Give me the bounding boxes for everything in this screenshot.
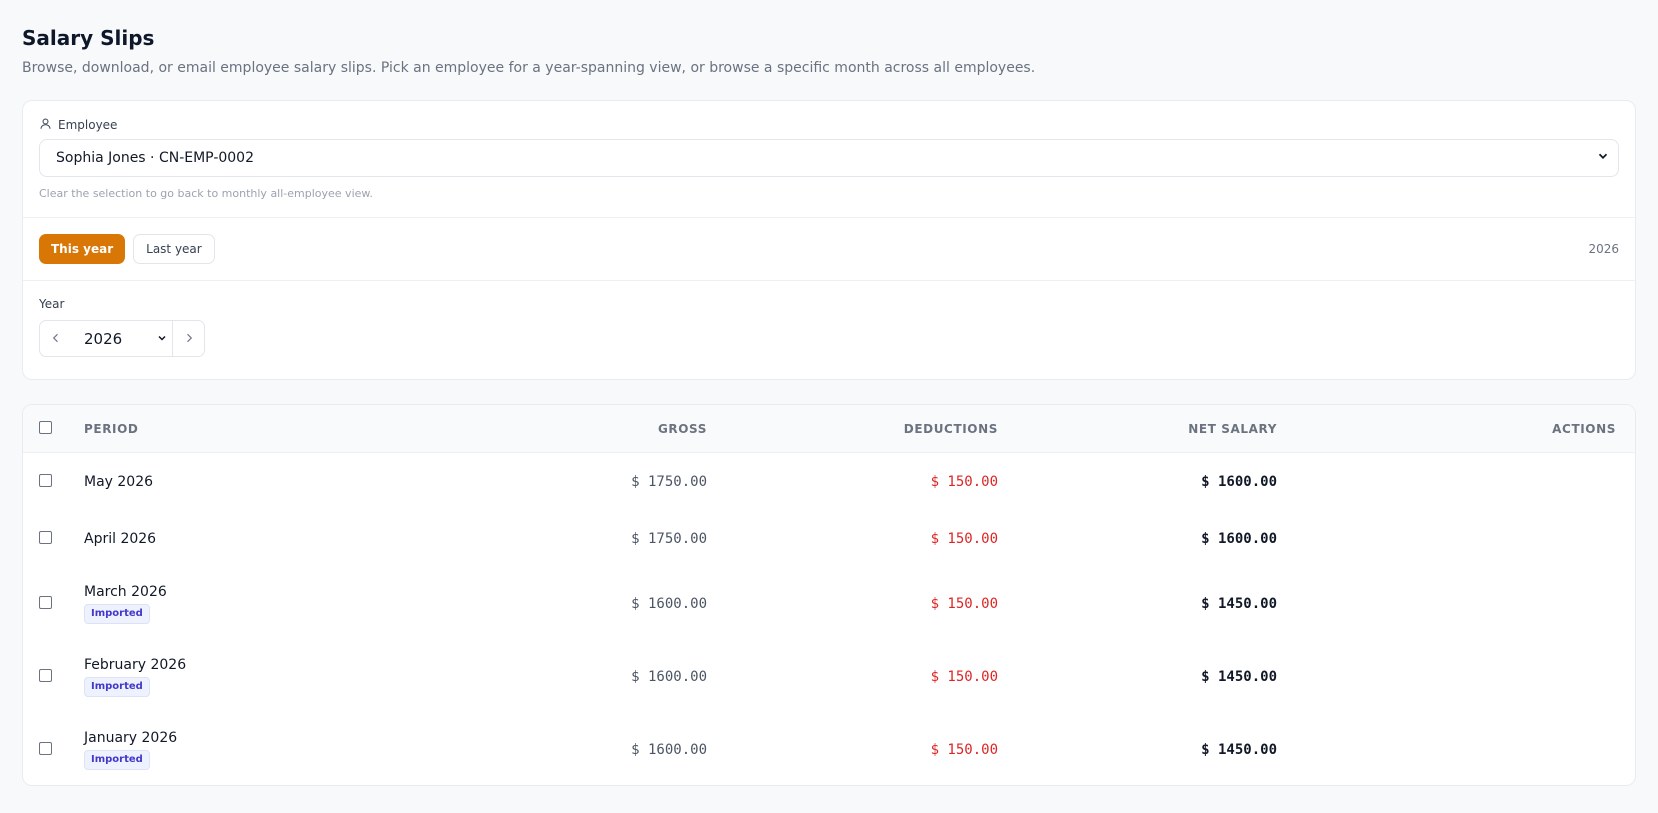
period-label: May 2026 xyxy=(84,473,154,490)
period-cell: March 2026 Imported xyxy=(84,567,167,640)
table-row: January 2026 Imported $ 1600.00 $ 150.00… xyxy=(23,713,1635,785)
period-label: April 2026 xyxy=(84,530,157,547)
period-cell: February 2026 Imported xyxy=(84,640,186,713)
row-checkbox[interactable] xyxy=(39,669,52,682)
deductions-value: $ 150.00 xyxy=(930,668,998,685)
gross-value: $ 1600.00 xyxy=(631,668,707,685)
page-subtitle: Browse, download, or email employee sala… xyxy=(22,60,1036,76)
period-cell: April 2026 xyxy=(84,510,156,567)
column-header-actions: ACTIONS xyxy=(1552,422,1616,436)
chevron-down-icon xyxy=(156,330,168,348)
net-salary-value: $ 1600.00 xyxy=(1201,530,1277,547)
period-label: January 2026 xyxy=(84,729,178,746)
chevron-right-icon xyxy=(183,329,195,348)
employee-label: Employee xyxy=(39,117,1619,133)
deductions-value: $ 150.00 xyxy=(930,473,998,490)
imported-badge: Imported xyxy=(84,749,150,770)
last-year-button[interactable]: Last year xyxy=(133,234,215,264)
filter-card: Employee Sophia Jones · CN-EMP-0002 Clea… xyxy=(22,100,1636,380)
year-select[interactable]: 2026 xyxy=(72,321,172,356)
table-row: May 2026 $ 1750.00 $ 150.00 $ 1600.00 xyxy=(23,453,1635,510)
year-label: Year xyxy=(39,297,65,311)
column-header-net-salary: NET SALARY xyxy=(1188,422,1277,436)
imported-badge: Imported xyxy=(84,603,150,624)
chevron-down-icon xyxy=(1596,149,1610,167)
column-header-period: PERIOD xyxy=(84,422,139,436)
table-row: April 2026 $ 1750.00 $ 150.00 $ 1600.00 xyxy=(23,510,1635,567)
period-label: February 2026 xyxy=(84,656,187,673)
net-salary-value: $ 1450.00 xyxy=(1201,741,1277,758)
year-picker-section: Year 2026 xyxy=(23,281,1635,357)
table-header: PERIOD GROSS DEDUCTIONS NET SALARY ACTIO… xyxy=(23,405,1635,453)
row-checkbox[interactable] xyxy=(39,596,52,609)
column-header-deductions: DEDUCTIONS xyxy=(903,422,998,436)
net-salary-value: $ 1450.00 xyxy=(1201,668,1277,685)
row-checkbox[interactable] xyxy=(39,531,52,544)
year-picker: 2026 xyxy=(39,320,205,357)
salary-slips-table: PERIOD GROSS DEDUCTIONS NET SALARY ACTIO… xyxy=(22,404,1636,786)
imported-badge: Imported xyxy=(84,676,150,697)
gross-value: $ 1750.00 xyxy=(631,530,707,547)
range-section: This year Last year 2026 xyxy=(23,218,1635,281)
net-salary-value: $ 1450.00 xyxy=(1201,595,1277,612)
table-row: March 2026 Imported $ 1600.00 $ 150.00 $… xyxy=(23,567,1635,640)
gross-value: $ 1600.00 xyxy=(631,741,707,758)
this-year-button[interactable]: This year xyxy=(39,234,126,264)
period-label: March 2026 xyxy=(84,583,167,600)
user-icon xyxy=(39,117,52,133)
row-checkbox[interactable] xyxy=(39,474,52,487)
previous-year-button[interactable] xyxy=(40,321,72,356)
select-all-checkbox[interactable] xyxy=(39,421,52,434)
period-cell: January 2026 Imported xyxy=(84,713,178,785)
year-select-value: 2026 xyxy=(84,329,123,348)
next-year-button[interactable] xyxy=(172,321,204,356)
deductions-value: $ 150.00 xyxy=(930,530,998,547)
salary-slips-page: Salary Slips Browse, download, or email … xyxy=(0,0,1658,786)
deductions-value: $ 150.00 xyxy=(930,741,998,758)
employee-label-text: Employee xyxy=(58,118,118,132)
column-header-gross: GROSS xyxy=(657,422,707,436)
period-cell: May 2026 xyxy=(84,453,153,510)
employee-hint: Clear the selection to go back to monthl… xyxy=(39,187,373,200)
gross-value: $ 1600.00 xyxy=(631,595,707,612)
deductions-value: $ 150.00 xyxy=(930,595,998,612)
employee-filter-section: Employee Sophia Jones · CN-EMP-0002 Clea… xyxy=(23,101,1635,218)
employee-select-value: Sophia Jones · CN-EMP-0002 xyxy=(56,150,254,166)
gross-value: $ 1750.00 xyxy=(631,473,707,490)
row-checkbox[interactable] xyxy=(39,742,52,755)
net-salary-value: $ 1600.00 xyxy=(1201,473,1277,490)
employee-select[interactable]: Sophia Jones · CN-EMP-0002 xyxy=(39,139,1619,177)
table-row: February 2026 Imported $ 1600.00 $ 150.0… xyxy=(23,640,1635,713)
page-title: Salary Slips xyxy=(22,26,155,50)
current-year-display: 2026 xyxy=(1588,242,1619,256)
chevron-left-icon xyxy=(50,329,62,348)
